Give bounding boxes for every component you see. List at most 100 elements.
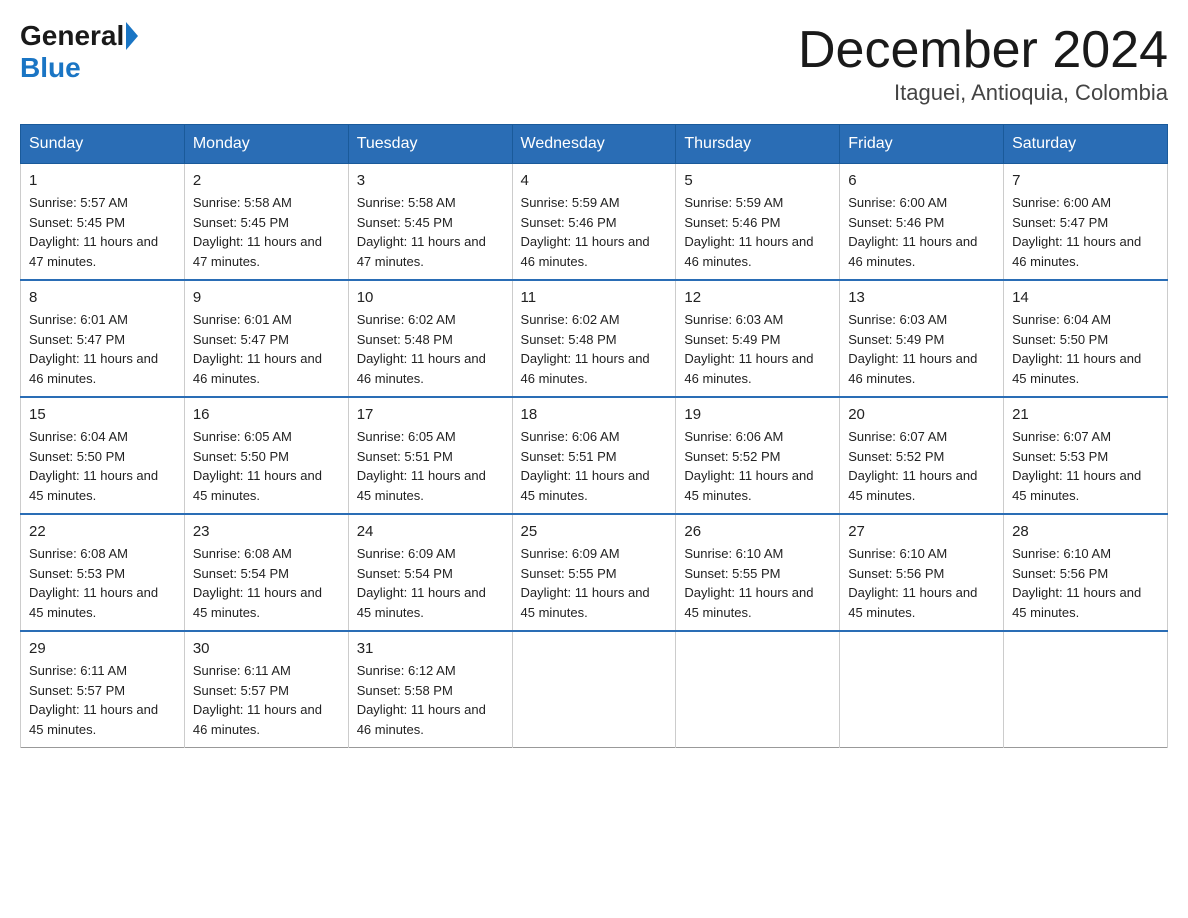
day-number: 14 [1012,289,1159,306]
day-info: Sunrise: 6:05 AM Sunset: 5:51 PM Dayligh… [357,427,504,505]
day-cell-14: 14 Sunrise: 6:04 AM Sunset: 5:50 PM Dayl… [1004,280,1168,397]
day-number: 15 [29,406,176,423]
day-cell-11: 11 Sunrise: 6:02 AM Sunset: 5:48 PM Dayl… [512,280,676,397]
day-cell-1: 1 Sunrise: 5:57 AM Sunset: 5:45 PM Dayli… [21,164,185,281]
day-number: 19 [684,406,831,423]
day-number: 8 [29,289,176,306]
day-cell-22: 22 Sunrise: 6:08 AM Sunset: 5:53 PM Dayl… [21,514,185,631]
day-cell-29: 29 Sunrise: 6:11 AM Sunset: 5:57 PM Dayl… [21,631,185,748]
day-number: 10 [357,289,504,306]
header-sunday: Sunday [21,125,185,164]
day-info: Sunrise: 6:11 AM Sunset: 5:57 PM Dayligh… [29,661,176,739]
day-info: Sunrise: 6:09 AM Sunset: 5:55 PM Dayligh… [521,544,668,622]
logo-blue: Blue [20,52,81,84]
day-number: 16 [193,406,340,423]
day-number: 26 [684,523,831,540]
day-cell-28: 28 Sunrise: 6:10 AM Sunset: 5:56 PM Dayl… [1004,514,1168,631]
day-number: 25 [521,523,668,540]
day-number: 5 [684,172,831,189]
header-friday: Friday [840,125,1004,164]
day-info: Sunrise: 5:59 AM Sunset: 5:46 PM Dayligh… [521,193,668,271]
week-row-5: 29 Sunrise: 6:11 AM Sunset: 5:57 PM Dayl… [21,631,1168,748]
day-info: Sunrise: 6:04 AM Sunset: 5:50 PM Dayligh… [29,427,176,505]
header-monday: Monday [184,125,348,164]
day-info: Sunrise: 6:11 AM Sunset: 5:57 PM Dayligh… [193,661,340,739]
day-cell-15: 15 Sunrise: 6:04 AM Sunset: 5:50 PM Dayl… [21,397,185,514]
day-cell-26: 26 Sunrise: 6:10 AM Sunset: 5:55 PM Dayl… [676,514,840,631]
empty-cell [840,631,1004,748]
day-number: 2 [193,172,340,189]
header-wednesday: Wednesday [512,125,676,164]
day-number: 30 [193,640,340,657]
day-number: 23 [193,523,340,540]
day-info: Sunrise: 6:00 AM Sunset: 5:47 PM Dayligh… [1012,193,1159,271]
day-number: 12 [684,289,831,306]
empty-cell [512,631,676,748]
day-info: Sunrise: 6:10 AM Sunset: 5:55 PM Dayligh… [684,544,831,622]
logo-general: General [20,20,124,52]
day-info: Sunrise: 6:10 AM Sunset: 5:56 PM Dayligh… [1012,544,1159,622]
week-row-3: 15 Sunrise: 6:04 AM Sunset: 5:50 PM Dayl… [21,397,1168,514]
week-row-2: 8 Sunrise: 6:01 AM Sunset: 5:47 PM Dayli… [21,280,1168,397]
day-cell-10: 10 Sunrise: 6:02 AM Sunset: 5:48 PM Dayl… [348,280,512,397]
day-cell-9: 9 Sunrise: 6:01 AM Sunset: 5:47 PM Dayli… [184,280,348,397]
day-info: Sunrise: 6:10 AM Sunset: 5:56 PM Dayligh… [848,544,995,622]
day-info: Sunrise: 6:04 AM Sunset: 5:50 PM Dayligh… [1012,310,1159,388]
day-number: 7 [1012,172,1159,189]
day-number: 13 [848,289,995,306]
day-number: 28 [1012,523,1159,540]
day-cell-18: 18 Sunrise: 6:06 AM Sunset: 5:51 PM Dayl… [512,397,676,514]
day-cell-5: 5 Sunrise: 5:59 AM Sunset: 5:46 PM Dayli… [676,164,840,281]
day-info: Sunrise: 6:00 AM Sunset: 5:46 PM Dayligh… [848,193,995,271]
week-row-1: 1 Sunrise: 5:57 AM Sunset: 5:45 PM Dayli… [21,164,1168,281]
day-cell-20: 20 Sunrise: 6:07 AM Sunset: 5:52 PM Dayl… [840,397,1004,514]
day-info: Sunrise: 5:57 AM Sunset: 5:45 PM Dayligh… [29,193,176,271]
header-thursday: Thursday [676,125,840,164]
day-number: 3 [357,172,504,189]
day-info: Sunrise: 6:05 AM Sunset: 5:50 PM Dayligh… [193,427,340,505]
day-cell-24: 24 Sunrise: 6:09 AM Sunset: 5:54 PM Dayl… [348,514,512,631]
day-number: 6 [848,172,995,189]
day-info: Sunrise: 5:58 AM Sunset: 5:45 PM Dayligh… [193,193,340,271]
day-number: 9 [193,289,340,306]
calendar-table: SundayMondayTuesdayWednesdayThursdayFrid… [20,124,1168,748]
day-info: Sunrise: 6:07 AM Sunset: 5:52 PM Dayligh… [848,427,995,505]
empty-cell [676,631,840,748]
day-number: 11 [521,289,668,306]
day-cell-13: 13 Sunrise: 6:03 AM Sunset: 5:49 PM Dayl… [840,280,1004,397]
day-info: Sunrise: 6:09 AM Sunset: 5:54 PM Dayligh… [357,544,504,622]
day-cell-8: 8 Sunrise: 6:01 AM Sunset: 5:47 PM Dayli… [21,280,185,397]
day-cell-27: 27 Sunrise: 6:10 AM Sunset: 5:56 PM Dayl… [840,514,1004,631]
day-number: 24 [357,523,504,540]
day-info: Sunrise: 6:02 AM Sunset: 5:48 PM Dayligh… [521,310,668,388]
day-info: Sunrise: 6:08 AM Sunset: 5:54 PM Dayligh… [193,544,340,622]
day-cell-25: 25 Sunrise: 6:09 AM Sunset: 5:55 PM Dayl… [512,514,676,631]
day-info: Sunrise: 6:08 AM Sunset: 5:53 PM Dayligh… [29,544,176,622]
day-cell-31: 31 Sunrise: 6:12 AM Sunset: 5:58 PM Dayl… [348,631,512,748]
header-row: SundayMondayTuesdayWednesdayThursdayFrid… [21,125,1168,164]
page-header: General Blue December 2024 Itaguei, Anti… [20,20,1168,106]
day-number: 22 [29,523,176,540]
day-cell-16: 16 Sunrise: 6:05 AM Sunset: 5:50 PM Dayl… [184,397,348,514]
day-info: Sunrise: 6:03 AM Sunset: 5:49 PM Dayligh… [684,310,831,388]
day-info: Sunrise: 6:01 AM Sunset: 5:47 PM Dayligh… [29,310,176,388]
day-number: 4 [521,172,668,189]
logo: General Blue [20,20,140,84]
day-info: Sunrise: 5:58 AM Sunset: 5:45 PM Dayligh… [357,193,504,271]
day-cell-21: 21 Sunrise: 6:07 AM Sunset: 5:53 PM Dayl… [1004,397,1168,514]
title-section: December 2024 Itaguei, Antioquia, Colomb… [798,20,1168,106]
day-cell-7: 7 Sunrise: 6:00 AM Sunset: 5:47 PM Dayli… [1004,164,1168,281]
day-cell-30: 30 Sunrise: 6:11 AM Sunset: 5:57 PM Dayl… [184,631,348,748]
logo-arrow-icon [126,22,138,50]
day-number: 17 [357,406,504,423]
day-cell-19: 19 Sunrise: 6:06 AM Sunset: 5:52 PM Dayl… [676,397,840,514]
day-cell-2: 2 Sunrise: 5:58 AM Sunset: 5:45 PM Dayli… [184,164,348,281]
location: Itaguei, Antioquia, Colombia [798,80,1168,106]
day-number: 20 [848,406,995,423]
header-tuesday: Tuesday [348,125,512,164]
day-info: Sunrise: 6:02 AM Sunset: 5:48 PM Dayligh… [357,310,504,388]
day-cell-23: 23 Sunrise: 6:08 AM Sunset: 5:54 PM Dayl… [184,514,348,631]
week-row-4: 22 Sunrise: 6:08 AM Sunset: 5:53 PM Dayl… [21,514,1168,631]
empty-cell [1004,631,1168,748]
day-info: Sunrise: 6:12 AM Sunset: 5:58 PM Dayligh… [357,661,504,739]
